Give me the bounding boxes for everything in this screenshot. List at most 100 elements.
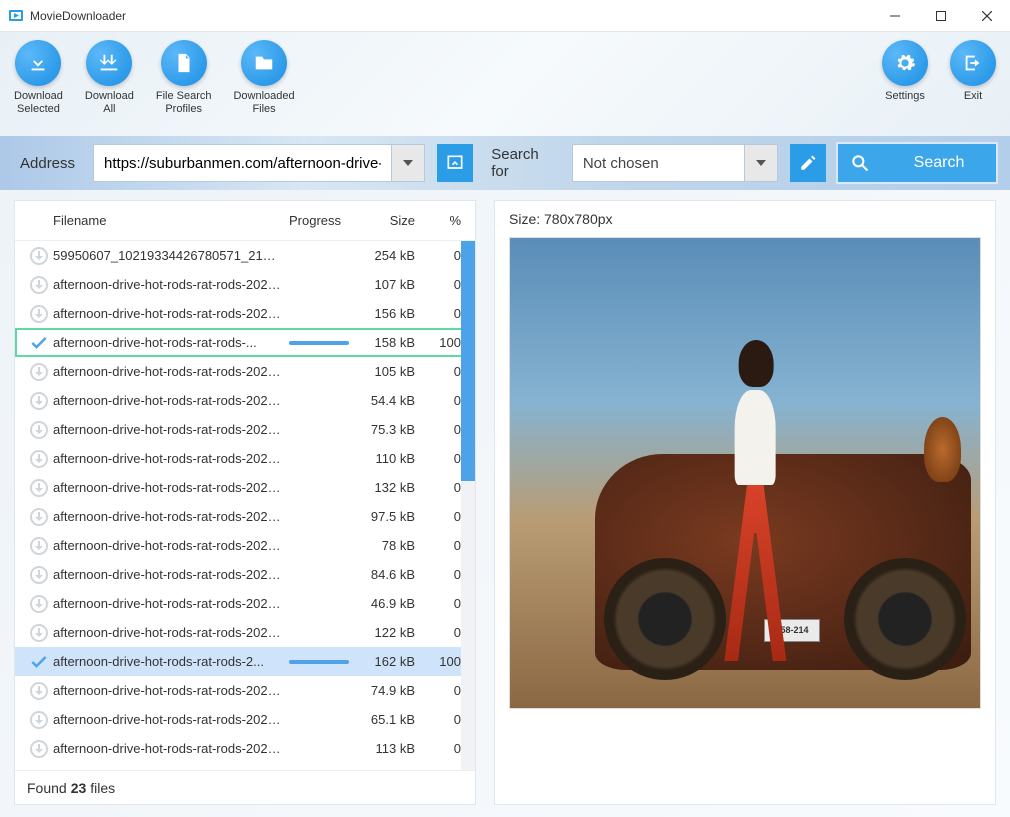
- row-filename: afternoon-drive-hot-rods-rat-rods-202103…: [53, 480, 289, 495]
- row-filename: afternoon-drive-hot-rods-rat-rods-202103…: [53, 509, 289, 524]
- content-area: Filename Progress Size % 59950607_102193…: [0, 190, 1010, 817]
- row-percent: 0: [427, 741, 465, 756]
- settings-button[interactable]: Settings: [882, 40, 928, 130]
- download-pending-icon: [25, 508, 53, 526]
- search-type-select[interactable]: [572, 144, 744, 182]
- row-size: 74.9 kB: [359, 683, 427, 698]
- download-pending-icon: [25, 595, 53, 613]
- scrollbar-track[interactable]: [461, 241, 475, 770]
- download-all-icon: [86, 40, 132, 86]
- download-pending-icon: [25, 537, 53, 555]
- row-filename: afternoon-drive-hot-rods-rat-rods-202103…: [53, 277, 289, 292]
- table-row[interactable]: afternoon-drive-hot-rods-rat-rods-2... 16…: [15, 647, 475, 676]
- search-button[interactable]: Search: [882, 144, 996, 182]
- row-filename: afternoon-drive-hot-rods-rat-rods-2...: [53, 654, 289, 669]
- search-icon[interactable]: [838, 144, 882, 182]
- table-row[interactable]: afternoon-drive-hot-rods-rat-rods-202103…: [15, 270, 475, 299]
- row-size: 105 kB: [359, 364, 427, 379]
- row-percent: 0: [427, 567, 465, 582]
- window-title: MovieDownloader: [30, 9, 872, 23]
- preview-panel: Size: 780x780px 658-214: [494, 200, 996, 805]
- row-percent: 0: [427, 422, 465, 437]
- check-icon: [25, 333, 53, 353]
- footer-count: 23: [71, 780, 87, 796]
- row-size: 122 kB: [359, 625, 427, 640]
- toolbar-label: Download Selected: [14, 90, 63, 116]
- table-row[interactable]: afternoon-drive-hot-rods-rat-rods-202103…: [15, 502, 475, 531]
- preview-figure: [704, 323, 807, 661]
- window-titlebar: MovieDownloader: [0, 0, 1010, 32]
- download-pending-icon: [25, 363, 53, 381]
- row-percent: 0: [427, 451, 465, 466]
- window-minimize-button[interactable]: [872, 0, 918, 32]
- table-header: Filename Progress Size %: [15, 201, 475, 241]
- row-percent: 100: [427, 335, 465, 350]
- table-row[interactable]: afternoon-drive-hot-rods-rat-rods-202103…: [15, 618, 475, 647]
- row-progress: [289, 660, 359, 664]
- row-percent: 0: [427, 509, 465, 524]
- file-search-profiles-button[interactable]: File Search Profiles: [156, 40, 212, 130]
- window-maximize-button[interactable]: [918, 0, 964, 32]
- check-icon: [25, 652, 53, 672]
- table-row[interactable]: afternoon-drive-hot-rods-rat-rods-202103…: [15, 705, 475, 734]
- row-size: 46.9 kB: [359, 596, 427, 611]
- download-selected-button[interactable]: Download Selected: [14, 40, 63, 130]
- address-label: Address: [14, 155, 81, 172]
- header-percent[interactable]: %: [427, 213, 465, 228]
- download-pending-icon: [25, 711, 53, 729]
- table-row[interactable]: afternoon-drive-hot-rods-rat-rods-202103…: [15, 589, 475, 618]
- download-all-button[interactable]: Download All: [85, 40, 134, 130]
- header-filename[interactable]: Filename: [53, 213, 289, 228]
- row-size: 65.1 kB: [359, 712, 427, 727]
- table-row[interactable]: afternoon-drive-hot-rods-rat-rods-202103…: [15, 386, 475, 415]
- row-percent: 0: [427, 306, 465, 321]
- edit-search-button[interactable]: [790, 144, 826, 182]
- app-icon: [8, 8, 24, 24]
- table-row[interactable]: afternoon-drive-hot-rods-rat-rods-202103…: [15, 531, 475, 560]
- row-filename: afternoon-drive-hot-rods-rat-rods-202103…: [53, 422, 289, 437]
- download-pending-icon: [25, 624, 53, 642]
- row-percent: 0: [427, 248, 465, 263]
- row-filename: afternoon-drive-hot-rods-rat-rods-202103…: [53, 393, 289, 408]
- address-dropdown-button[interactable]: [391, 144, 425, 182]
- toolbar-label: Exit: [964, 90, 982, 103]
- scrollbar-thumb[interactable]: [461, 241, 475, 481]
- search-type-combo: [572, 144, 778, 182]
- row-size: 110 kB: [359, 451, 427, 466]
- download-pending-icon: [25, 276, 53, 294]
- row-filename: afternoon-drive-hot-rods-rat-rods-202103…: [53, 712, 289, 727]
- toolbar-label: Download All: [85, 90, 134, 116]
- table-row[interactable]: afternoon-drive-hot-rods-rat-rods-...158…: [15, 328, 475, 357]
- address-input[interactable]: [93, 144, 391, 182]
- search-type-dropdown-button[interactable]: [744, 144, 778, 182]
- preview-wheel: [844, 558, 966, 680]
- download-pending-icon: [25, 682, 53, 700]
- row-percent: 0: [427, 683, 465, 698]
- toolbar-label: Settings: [885, 90, 925, 103]
- table-row[interactable]: afternoon-drive-hot-rods-rat-rods-202103…: [15, 560, 475, 589]
- row-size: 54.4 kB: [359, 393, 427, 408]
- window-close-button[interactable]: [964, 0, 1010, 32]
- downloaded-files-button[interactable]: Downloaded Files: [233, 40, 294, 130]
- row-percent: 0: [427, 712, 465, 727]
- table-row[interactable]: afternoon-drive-hot-rods-rat-rods-202103…: [15, 357, 475, 386]
- table-row[interactable]: afternoon-drive-hot-rods-rat-rods-202103…: [15, 299, 475, 328]
- open-url-button[interactable]: [437, 144, 473, 182]
- table-row[interactable]: afternoon-drive-hot-rods-rat-rods-202103…: [15, 676, 475, 705]
- row-size: 78 kB: [359, 538, 427, 553]
- table-row[interactable]: afternoon-drive-hot-rods-rat-rods-202103…: [15, 473, 475, 502]
- table-row[interactable]: afternoon-drive-hot-rods-rat-rods-202103…: [15, 734, 475, 763]
- row-size: 162 kB: [359, 654, 427, 669]
- address-search-bar: Address Search for Search: [0, 136, 1010, 190]
- header-progress[interactable]: Progress: [289, 213, 359, 228]
- exit-button[interactable]: Exit: [950, 40, 996, 130]
- table-row[interactable]: 59950607_10219334426780571_210539633575.…: [15, 241, 475, 270]
- row-size: 107 kB: [359, 277, 427, 292]
- download-pending-icon: [25, 740, 53, 758]
- table-row[interactable]: afternoon-drive-hot-rods-rat-rods-202103…: [15, 444, 475, 473]
- download-pending-icon: [25, 566, 53, 584]
- download-pending-icon: [25, 479, 53, 497]
- preview-size-label: Size: 780x780px: [509, 211, 981, 227]
- header-size[interactable]: Size: [359, 213, 427, 228]
- table-row[interactable]: afternoon-drive-hot-rods-rat-rods-202103…: [15, 415, 475, 444]
